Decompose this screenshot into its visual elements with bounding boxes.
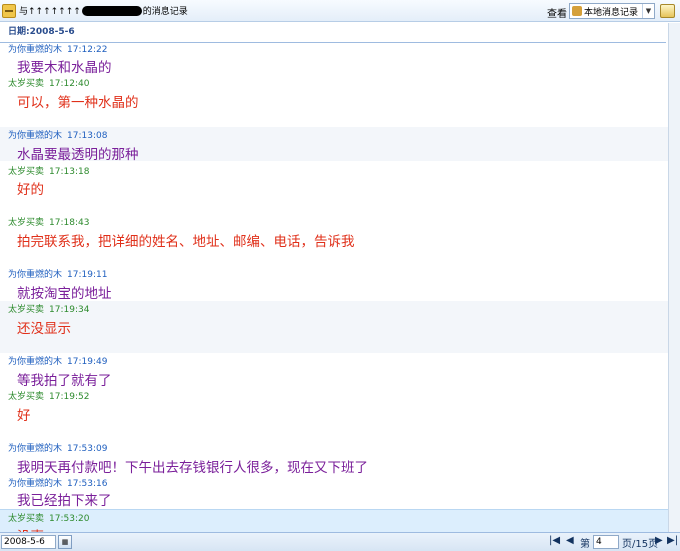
message-sender: 为你重燃的木 17:12:22 bbox=[8, 42, 107, 55]
message-list: 日期:2008-5-6 为你重燃的木 17:12:22 我要木和水晶的 太岁买卖 1… bbox=[0, 23, 668, 532]
message-sender: 为你重燃的木 17:19:49 bbox=[8, 354, 107, 367]
page-total-label: 页/15页 bbox=[622, 539, 659, 550]
sender-name: 太岁买卖 bbox=[8, 305, 45, 315]
message-sender: 为你重燃的木 17:53:09 bbox=[8, 441, 107, 454]
message-sender: 太岁买卖 17:18:43 bbox=[8, 215, 89, 228]
message-time: 17:53:20 bbox=[49, 514, 90, 524]
view-label: 查看 bbox=[547, 9, 567, 20]
date-header: 日期:2008-5-6 bbox=[0, 23, 666, 43]
sender-name: 太岁买卖 bbox=[8, 392, 45, 402]
message-sender: 太岁买卖 17:13:18 bbox=[8, 164, 89, 177]
redacted-name bbox=[81, 5, 142, 16]
message-time: 17:19:11 bbox=[67, 270, 108, 280]
prev-page-button[interactable]: ◀ bbox=[566, 535, 574, 546]
title-bar: 与↑↑↑↑↑↑↑ 的消息记录 查看 本地消息记录 ▼ bbox=[0, 0, 680, 22]
message-time: 17:19:34 bbox=[49, 305, 90, 315]
pagination-bar: 2008-5-6 ▦ |◀ ◀ 第 4 页/15页 ▶ ▶| bbox=[0, 532, 680, 551]
message-text: 好 bbox=[17, 408, 31, 424]
message-time: 17:18:43 bbox=[49, 218, 90, 228]
sender-name: 为你重燃的木 bbox=[8, 444, 63, 454]
message-sender: 太岁买卖 17:12:40 bbox=[8, 76, 89, 89]
last-page-button[interactable]: ▶| bbox=[667, 535, 678, 546]
sender-name: 为你重燃的木 bbox=[8, 270, 63, 280]
message-text: 拍完联系我，把详细的姓名、地址、邮编、电话，告诉我 bbox=[17, 234, 355, 250]
date-field[interactable]: 2008-5-6 bbox=[1, 535, 56, 549]
page-number-input[interactable]: 4 bbox=[593, 535, 619, 549]
sender-name: 为你重燃的木 bbox=[8, 45, 63, 55]
next-page-button[interactable]: ▶ bbox=[655, 535, 663, 546]
chevron-down-icon[interactable]: ▼ bbox=[642, 4, 654, 18]
message-text: 可以，第一种水晶的 bbox=[17, 95, 139, 111]
message-sender: 为你重燃的木 17:19:11 bbox=[8, 267, 107, 280]
export-icon[interactable] bbox=[660, 4, 675, 18]
message-time: 17:53:16 bbox=[67, 479, 108, 489]
message-sender: 为你重燃的木 17:53:16 bbox=[8, 476, 107, 489]
vertical-scrollbar[interactable] bbox=[668, 23, 680, 532]
sender-name: 为你重燃的木 bbox=[8, 357, 63, 367]
message-text: 就按淘宝的地址 bbox=[17, 286, 112, 302]
message-time: 17:19:52 bbox=[49, 392, 90, 402]
calendar-icon[interactable]: ▦ bbox=[58, 535, 72, 549]
message-text: 我已经拍下来了 bbox=[17, 493, 112, 509]
row-band bbox=[0, 301, 668, 353]
record-source-value: 本地消息记录 bbox=[584, 7, 639, 18]
message-time: 17:12:40 bbox=[49, 79, 90, 89]
sender-name: 太岁买卖 bbox=[8, 167, 45, 177]
message-sender: 太岁买卖 17:53:20 bbox=[8, 511, 89, 524]
message-text: 水晶要最透明的那种 bbox=[17, 147, 139, 163]
message-time: 17:13:18 bbox=[49, 167, 90, 177]
selected-row-band bbox=[0, 509, 668, 532]
record-source-icon bbox=[572, 6, 582, 16]
message-text: 还没显示 bbox=[17, 321, 71, 337]
sender-name: 太岁买卖 bbox=[8, 79, 45, 89]
message-time: 17:19:49 bbox=[67, 357, 108, 367]
chat-history-icon bbox=[2, 3, 16, 18]
window-title: 与↑↑↑↑↑↑↑ 的消息记录 bbox=[19, 4, 188, 17]
title-suffix: 的消息记录 bbox=[142, 7, 188, 17]
message-text: 等我拍了就有了 bbox=[17, 373, 112, 389]
title-contact-prefix: 与↑↑↑↑↑↑↑ bbox=[19, 7, 81, 17]
message-sender: 太岁买卖 17:19:34 bbox=[8, 302, 89, 315]
message-time: 17:13:08 bbox=[67, 131, 108, 141]
message-time: 17:12:22 bbox=[67, 45, 108, 55]
sender-name: 太岁买卖 bbox=[8, 514, 45, 524]
sender-name: 为你重燃的木 bbox=[8, 131, 63, 141]
sender-name: 太岁买卖 bbox=[8, 218, 45, 228]
message-text: 好的 bbox=[17, 182, 44, 198]
message-text: 我要木和水晶的 bbox=[17, 60, 112, 76]
message-sender: 为你重燃的木 17:13:08 bbox=[8, 128, 107, 141]
message-text: 我明天再付款吧！下午出去存钱银行人很多，现在又下班了 bbox=[17, 460, 368, 476]
message-sender: 太岁买卖 17:19:52 bbox=[8, 389, 89, 402]
page-prefix-label: 第 bbox=[580, 539, 590, 550]
message-time: 17:53:09 bbox=[67, 444, 108, 454]
sender-name: 为你重燃的木 bbox=[8, 479, 63, 489]
first-page-button[interactable]: |◀ bbox=[549, 535, 560, 546]
message-text: 没事 bbox=[17, 525, 44, 532]
record-source-select[interactable]: 本地消息记录 ▼ bbox=[569, 3, 655, 19]
